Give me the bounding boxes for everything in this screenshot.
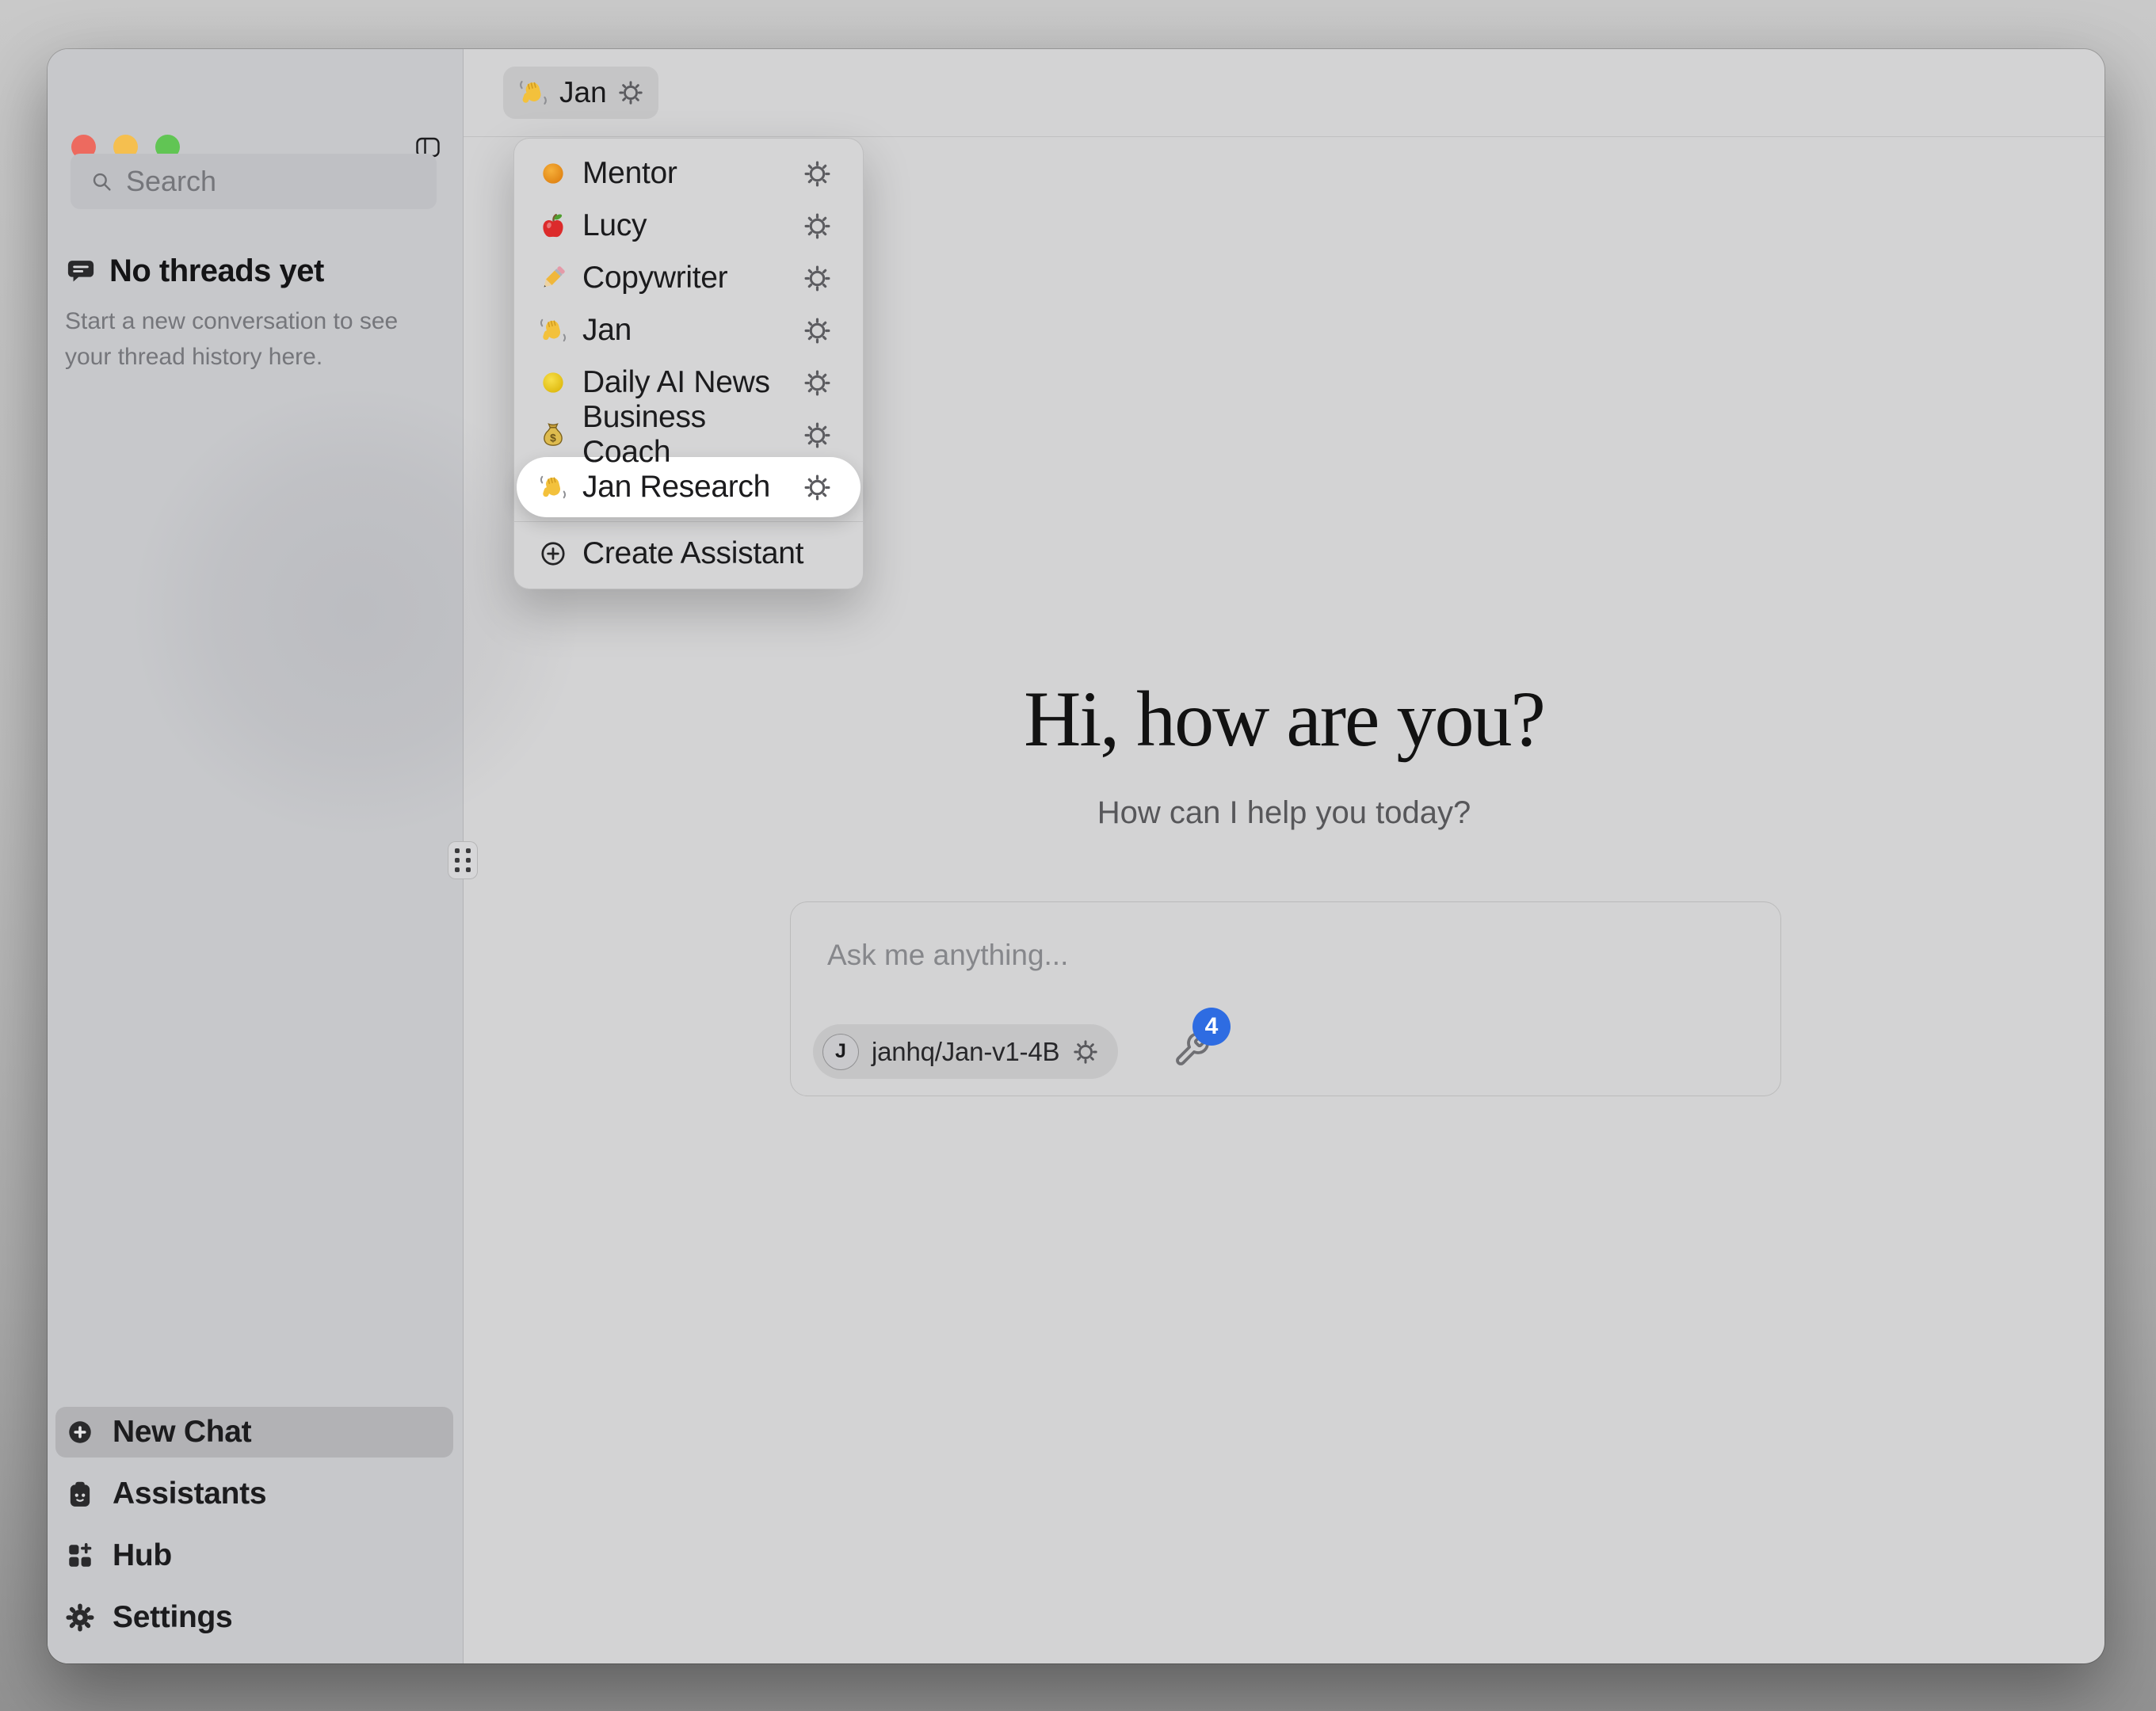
assistant-menu-item-jan[interactable]: Jan bbox=[522, 306, 855, 355]
empty-state-title: No threads yet bbox=[109, 253, 324, 289]
main-area: Jan Mentor Lucy Copywriter bbox=[464, 49, 2104, 1663]
sidebar: No threads yet Start a new conversation … bbox=[48, 49, 464, 1663]
plus-circle-outline-icon bbox=[538, 539, 568, 569]
menu-separator bbox=[514, 521, 863, 522]
yellow-circle-icon bbox=[538, 368, 568, 398]
sidebar-item-hub[interactable]: Hub bbox=[55, 1530, 453, 1581]
create-assistant-label: Create Assistant bbox=[582, 536, 803, 571]
assistant-switcher-label: Jan bbox=[559, 76, 607, 109]
sidebar-resize-handle[interactable] bbox=[448, 841, 478, 879]
gear-icon bbox=[617, 79, 644, 106]
plus-circle-icon bbox=[65, 1417, 95, 1447]
assistant-menu-item-label: Jan Research bbox=[582, 470, 788, 505]
sidebar-item-new-chat[interactable]: New Chat bbox=[55, 1407, 453, 1458]
sidebar-item-label: Settings bbox=[113, 1600, 232, 1635]
sidebar-item-assistants[interactable]: Assistants bbox=[55, 1469, 453, 1519]
chat-input[interactable] bbox=[826, 937, 1724, 1004]
create-assistant-button[interactable]: Create Assistant bbox=[522, 528, 855, 579]
assistant-menu-item-mentor[interactable]: Mentor bbox=[522, 149, 855, 198]
greeting-subtitle: How can I help you today? bbox=[464, 795, 2104, 831]
orange-circle-icon bbox=[538, 158, 568, 189]
sidebar-item-label: Hub bbox=[113, 1538, 172, 1573]
gear-filled-icon bbox=[65, 1602, 95, 1633]
assistant-menu-item-label: Business Coach bbox=[582, 400, 788, 470]
hub-grid-plus-icon bbox=[65, 1541, 95, 1571]
assistant-switcher-button[interactable]: Jan bbox=[503, 67, 658, 119]
tools-count-badge: 4 bbox=[1192, 1008, 1231, 1046]
model-name: janhq/Jan-v1-4B bbox=[872, 1037, 1059, 1067]
assistant-menu-item-copywriter[interactable]: Copywriter bbox=[522, 253, 855, 303]
gear-icon[interactable] bbox=[803, 264, 832, 293]
red-apple-icon bbox=[538, 211, 568, 241]
sidebar-item-settings[interactable]: Settings bbox=[55, 1592, 453, 1643]
greeting-title: Hi, how are you? bbox=[464, 673, 2104, 764]
search-icon bbox=[90, 170, 114, 194]
assistant-badge-icon bbox=[65, 1479, 95, 1509]
waving-hand-icon bbox=[538, 472, 568, 502]
assistant-menu-item-business-coach[interactable]: Business Coach bbox=[522, 410, 855, 459]
money-bag-icon bbox=[538, 420, 568, 450]
assistant-menu-item-label: Jan bbox=[582, 313, 788, 348]
empty-state-description: Start a new conversation to see your thr… bbox=[65, 303, 447, 375]
search-bar[interactable] bbox=[71, 154, 437, 209]
model-avatar: J bbox=[822, 1034, 859, 1070]
gear-icon[interactable] bbox=[803, 316, 832, 345]
search-input[interactable] bbox=[124, 164, 424, 199]
sidebar-nav: New Chat Assistants Hub Settings bbox=[55, 1407, 453, 1643]
gear-icon[interactable] bbox=[803, 421, 832, 450]
assistant-menu: Mentor Lucy Copywriter Jan Daily AI News bbox=[513, 138, 864, 589]
assistant-menu-item-label: Mentor bbox=[582, 156, 788, 191]
app-window: No threads yet Start a new conversation … bbox=[48, 49, 2104, 1663]
threads-empty-state: No threads yet Start a new conversation … bbox=[65, 253, 447, 375]
pencil-icon bbox=[538, 263, 568, 293]
assistant-menu-item-lucy[interactable]: Lucy bbox=[522, 201, 855, 250]
gear-icon[interactable] bbox=[803, 473, 832, 502]
chat-composer: J janhq/Jan-v1-4B 4 bbox=[790, 901, 1781, 1096]
waving-hand-icon bbox=[517, 77, 549, 109]
gear-icon[interactable] bbox=[803, 368, 832, 398]
gear-icon bbox=[1072, 1038, 1099, 1065]
assistant-menu-item-label: Copywriter bbox=[582, 261, 788, 295]
gear-icon[interactable] bbox=[803, 159, 832, 189]
sidebar-item-label: New Chat bbox=[113, 1415, 251, 1450]
assistant-menu-item-label: Lucy bbox=[582, 208, 788, 243]
chat-bubble-icon bbox=[65, 256, 97, 288]
waving-hand-icon bbox=[538, 315, 568, 345]
sidebar-item-label: Assistants bbox=[113, 1477, 266, 1511]
gear-icon[interactable] bbox=[803, 211, 832, 241]
main-header: Jan bbox=[464, 49, 2104, 137]
model-selector[interactable]: J janhq/Jan-v1-4B bbox=[813, 1024, 1118, 1079]
assistant-menu-item-label: Daily AI News bbox=[582, 365, 788, 400]
